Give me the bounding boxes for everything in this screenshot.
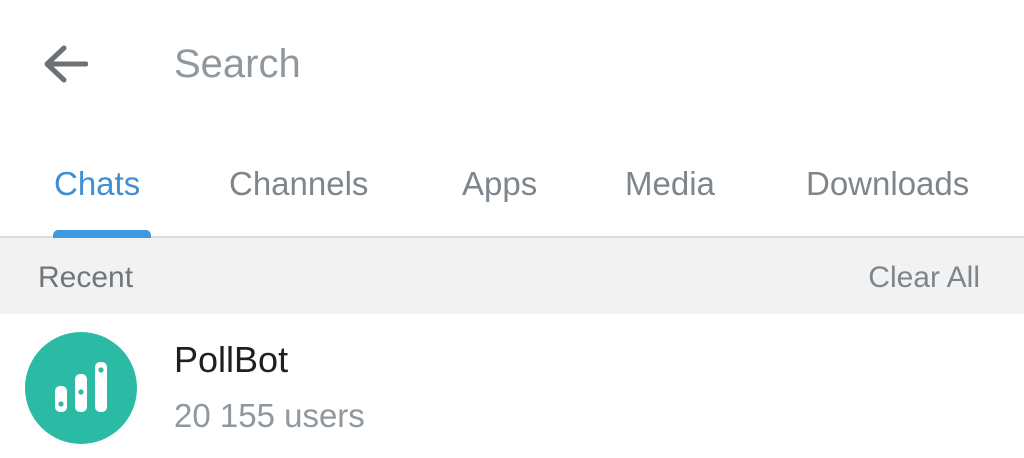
result-subtitle: 20 155 users xyxy=(174,397,365,434)
back-button[interactable] xyxy=(30,34,100,94)
active-tab-indicator xyxy=(53,230,151,238)
tab-bar: Chats Channels Apps Media Downloads xyxy=(0,128,1024,238)
avatar xyxy=(25,332,137,444)
search-screen: Chats Channels Apps Media Downloads Rece… xyxy=(0,0,1024,458)
recent-section-header: Recent Clear All xyxy=(0,238,1024,314)
section-title: Recent xyxy=(38,261,134,294)
tab-channels[interactable]: Channels xyxy=(229,162,368,206)
search-bar xyxy=(0,0,1024,128)
tab-apps[interactable]: Apps xyxy=(462,162,537,206)
result-name: PollBot xyxy=(174,339,289,380)
clear-all-button[interactable]: Clear All xyxy=(868,260,980,296)
tab-chats[interactable]: Chats xyxy=(54,162,140,206)
search-input[interactable] xyxy=(174,38,954,90)
tab-downloads[interactable]: Downloads xyxy=(806,162,969,206)
poll-chart-icon xyxy=(55,362,107,412)
list-item[interactable]: PollBot 20 155 users xyxy=(0,314,1024,458)
arrow-left-icon xyxy=(44,45,88,83)
tab-media[interactable]: Media xyxy=(625,162,715,206)
